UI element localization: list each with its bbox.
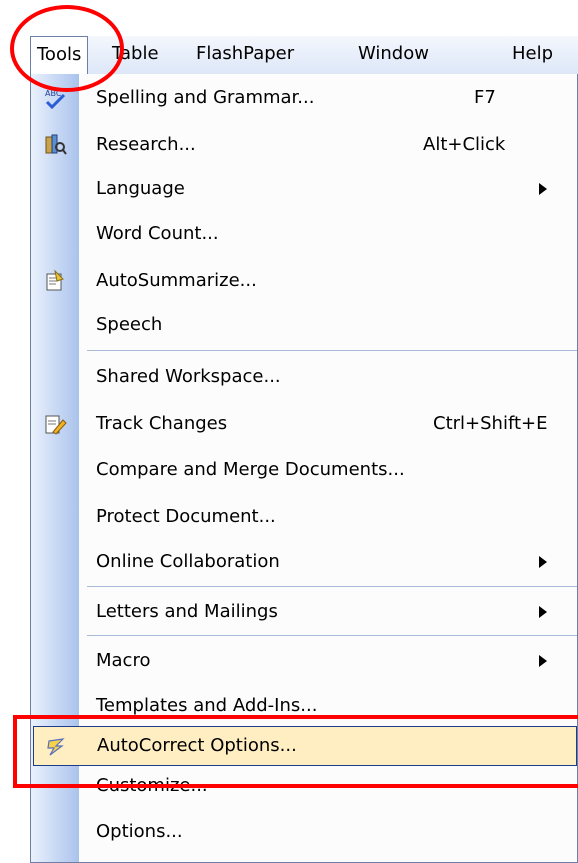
menu-item-shortcut: Ctrl+Shift+E <box>433 413 548 434</box>
menu-item-templates-addins[interactable]: Templates and Add-Ins... <box>31 686 577 726</box>
menu-item-autosummarize[interactable]: AutoSummarize... <box>31 261 577 301</box>
menu-item-protect-document[interactable]: Protect Document... <box>31 497 577 537</box>
menu-item-customize[interactable]: Customize... <box>31 766 577 806</box>
menu-item-label: Research... <box>96 134 196 155</box>
menu-item-shared-workspace[interactable]: Shared Workspace... <box>31 357 577 397</box>
menu-item-autocorrect-options[interactable]: AutoCorrect Options... <box>33 726 577 766</box>
menu-item-language[interactable]: Language <box>31 169 577 209</box>
menu-item-label: Word Count... <box>96 223 219 244</box>
track-changes-icon <box>45 415 67 435</box>
menu-separator <box>87 635 577 636</box>
menu-flashpaper[interactable]: FlashPaper <box>190 36 300 74</box>
menu-item-label: Protect Document... <box>96 506 276 527</box>
tools-dropdown-menu: ABC Spelling and Grammar... F7 Research.… <box>30 74 578 863</box>
menu-item-label: Compare and Merge Documents... <box>96 459 405 480</box>
menu-item-research[interactable]: Research... Alt+Click <box>31 125 577 165</box>
menu-help[interactable]: Help <box>506 36 559 74</box>
menu-separator <box>87 586 577 587</box>
menu-item-shortcut: F7 <box>474 87 496 108</box>
menu-item-label: Letters and Mailings <box>96 601 278 622</box>
screenshot-frame: Tools Table FlashPaper Window Help ABC S… <box>0 0 578 863</box>
menu-item-label: Speech <box>96 314 163 335</box>
menu-item-label: AutoSummarize... <box>96 270 257 291</box>
menu-bar: Tools Table FlashPaper Window Help <box>30 36 578 75</box>
menu-item-label: Track Changes <box>96 413 228 434</box>
autocorrect-icon <box>47 738 65 756</box>
menu-item-label: Customize... <box>96 775 208 796</box>
menu-item-word-count[interactable]: Word Count... <box>31 214 577 254</box>
research-icon <box>45 134 67 155</box>
menu-item-options[interactable]: Options... <box>31 812 577 852</box>
menu-item-online-collaboration[interactable]: Online Collaboration <box>31 542 577 582</box>
menu-item-macro[interactable]: Macro <box>31 641 577 681</box>
menu-item-label: Online Collaboration <box>96 551 280 572</box>
menu-item-label: Shared Workspace... <box>96 366 281 387</box>
menu-item-label: Templates and Add-Ins... <box>96 695 318 716</box>
menu-tools[interactable]: Tools <box>30 36 89 74</box>
menu-window[interactable]: Window <box>352 36 435 74</box>
menu-item-shortcut: Alt+Click <box>423 134 506 155</box>
menu-item-label: AutoCorrect Options... <box>97 735 297 756</box>
spelling-icon: ABC <box>45 89 66 110</box>
menu-item-track-changes[interactable]: Track Changes Ctrl+Shift+E <box>31 404 577 444</box>
submenu-arrow-icon <box>539 183 547 195</box>
submenu-arrow-icon <box>539 606 547 618</box>
menu-item-label: Spelling and Grammar... <box>96 87 315 108</box>
menu-item-speech[interactable]: Speech <box>31 305 577 345</box>
menu-item-label: Macro <box>96 650 151 671</box>
submenu-arrow-icon <box>539 655 547 667</box>
menu-item-label: Options... <box>96 821 183 842</box>
menu-item-compare-merge[interactable]: Compare and Merge Documents... <box>31 450 577 490</box>
menu-item-letters-mailings[interactable]: Letters and Mailings <box>31 592 577 632</box>
autosummarize-icon <box>46 269 64 291</box>
menu-separator <box>87 350 577 351</box>
svg-text:ABC: ABC <box>45 89 62 98</box>
menu-item-label: Language <box>96 178 185 199</box>
menu-table[interactable]: Table <box>106 36 165 74</box>
menu-item-spelling-grammar[interactable]: ABC Spelling and Grammar... F7 <box>31 78 577 118</box>
submenu-arrow-icon <box>539 556 547 568</box>
